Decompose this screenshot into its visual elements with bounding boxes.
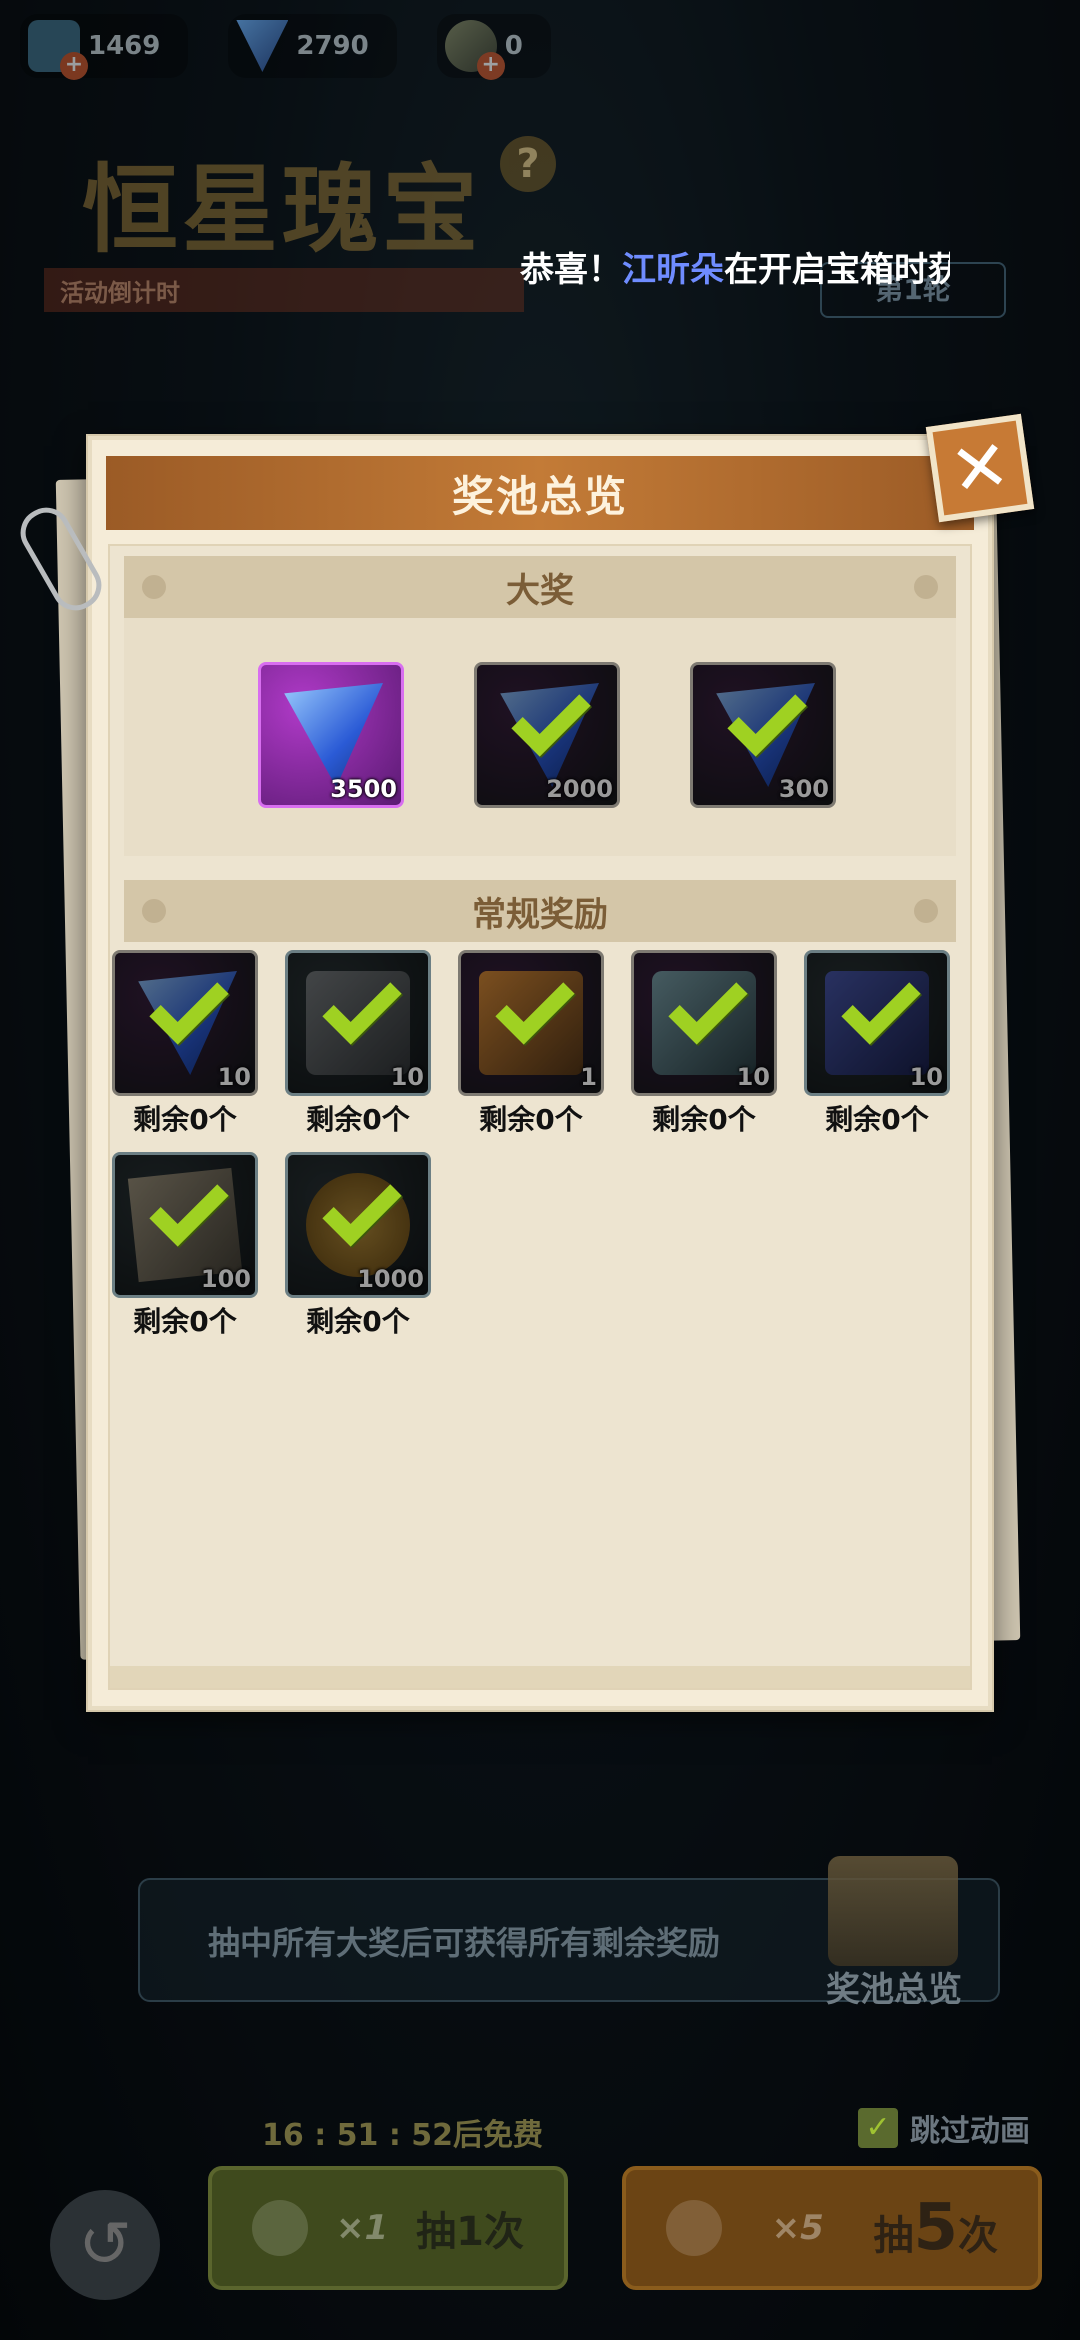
grand-prize-item[interactable]: 2000	[474, 662, 620, 808]
currency-bar: + 1469 2790 + 0	[20, 14, 551, 80]
countdown-strip: 活动倒计时	[44, 268, 524, 312]
checkbox-icon[interactable]: ✓	[858, 2108, 898, 2148]
rivet-icon	[142, 899, 166, 923]
marquee-text: 恭喜！江昕朵在开启宝箱时获	[520, 250, 950, 290]
draw-cost: ×1	[336, 2208, 389, 2248]
add-icon[interactable]: +	[60, 52, 88, 80]
free-timer: 16 : 51 : 52后免费	[262, 2118, 544, 2153]
skip-animation-label: 跳过动画	[910, 2114, 1030, 2149]
torch-icon	[666, 2200, 722, 2256]
remaining-count: 剩余0个	[306, 1305, 410, 1338]
broadcast-marquee: 恭喜！江昕朵在开启宝箱时获	[520, 244, 950, 296]
countdown-label: 活动倒计时	[60, 278, 180, 307]
remaining-count: 剩余0个	[133, 1305, 237, 1338]
modal-header: 奖池总览	[106, 456, 974, 530]
pool-hint-text: 抽中所有大奖后可获得所有剩余奖励	[208, 1924, 721, 1962]
regular-reward-item[interactable]: 10	[285, 950, 431, 1096]
draw-five-label-a: 抽	[873, 2213, 914, 2259]
add-icon[interactable]: +	[476, 52, 505, 80]
gem-icon	[284, 683, 383, 787]
gem-icon	[236, 20, 289, 72]
crystal-icon: +	[28, 20, 88, 80]
rivet-icon	[914, 899, 938, 923]
pool-hint-panel: 抽中所有大奖后可获得所有剩余奖励 奖池总览	[138, 1856, 1000, 2010]
help-icon[interactable]: ?	[500, 136, 556, 192]
grand-prize-title: 大奖	[506, 570, 574, 611]
draw-once-button[interactable]: ×1 抽1次	[208, 2166, 568, 2290]
regular-reward-item[interactable]: 1	[458, 950, 604, 1096]
torch-icon	[252, 2200, 308, 2256]
draw-five-label: 抽5次	[873, 2191, 998, 2265]
regular-reward-item[interactable]: 100	[112, 1152, 258, 1298]
currency-value: 0	[504, 31, 523, 61]
regular-reward-item[interactable]: 10	[112, 950, 258, 1096]
player-name: 江昕朵	[622, 250, 724, 290]
prize-pool-modal: 奖池总览 ✕ 大奖 3500 2000 300 常规奖励 10 剩余0个 10 …	[88, 413, 1035, 1710]
item-count: 2000	[546, 775, 613, 803]
remaining-count: 剩余0个	[479, 1103, 583, 1136]
modal-title: 奖池总览	[451, 471, 628, 521]
grand-prize-area: 3500 2000 300	[124, 618, 956, 856]
torch-icon: +	[444, 20, 505, 80]
remaining-count: 剩余0个	[825, 1103, 929, 1136]
modal-footer-strip	[110, 1666, 970, 1688]
skip-animation-toggle[interactable]: ✓ 跳过动画	[858, 2106, 1030, 2150]
draw-five-number: 5	[913, 2191, 958, 2265]
draw-once-label: 抽1次	[416, 2209, 524, 2255]
pool-overview-button[interactable]: 奖池总览	[826, 1962, 962, 2011]
grand-prize-item[interactable]: 3500	[258, 662, 404, 808]
marquee-prefix: 恭喜！	[520, 250, 622, 290]
currency-value: 2790	[296, 31, 369, 61]
marquee-suffix: 在开启宝箱时获	[724, 250, 950, 290]
regular-reward-item[interactable]: 1000	[285, 1152, 431, 1298]
regular-reward-title: 常规奖励	[472, 894, 608, 935]
close-icon: ✕	[945, 423, 1015, 513]
item-count: 1	[580, 1063, 597, 1091]
remaining-count: 剩余0个	[133, 1103, 237, 1136]
item-count: 10	[217, 1063, 251, 1091]
currency-value: 1469	[88, 31, 161, 61]
item-count: 10	[390, 1063, 424, 1091]
item-count: 100	[200, 1265, 251, 1293]
item-count: 1000	[357, 1265, 424, 1293]
modal-content: 大奖 3500 2000 300 常规奖励 10 剩余0个 10 剩余0个 1 …	[108, 544, 972, 1690]
item-count: 10	[909, 1063, 943, 1091]
rivet-icon	[142, 575, 166, 599]
regular-reward-header: 常规奖励	[124, 880, 956, 942]
draw-five-button[interactable]: ×5 抽5次	[622, 2166, 1042, 2290]
draw-cost: ×5	[771, 2208, 824, 2248]
currency-crystal[interactable]: + 1469	[20, 14, 189, 80]
rivet-icon	[914, 575, 938, 599]
grand-prize-item[interactable]: 300	[690, 662, 836, 808]
item-count: 10	[736, 1063, 770, 1091]
regular-reward-item[interactable]: 10	[631, 950, 777, 1096]
grand-prize-header: 大奖	[124, 556, 956, 618]
item-count: 300	[778, 775, 829, 803]
close-button[interactable]: ✕	[925, 413, 1035, 523]
regular-reward-item[interactable]: 10	[804, 950, 950, 1096]
remaining-count: 剩余0个	[306, 1103, 410, 1136]
currency-torch[interactable]: + 0	[436, 14, 551, 80]
back-button[interactable]: ↺	[50, 2190, 160, 2300]
draw-five-label-c: 次	[958, 2213, 998, 2259]
currency-gem[interactable]: 2790	[228, 14, 397, 78]
remaining-count: 剩余0个	[652, 1103, 756, 1136]
event-title: 恒星瑰宝	[82, 153, 482, 266]
treasure-chest-icon[interactable]	[828, 1856, 958, 1966]
item-count: 3500	[330, 775, 397, 803]
